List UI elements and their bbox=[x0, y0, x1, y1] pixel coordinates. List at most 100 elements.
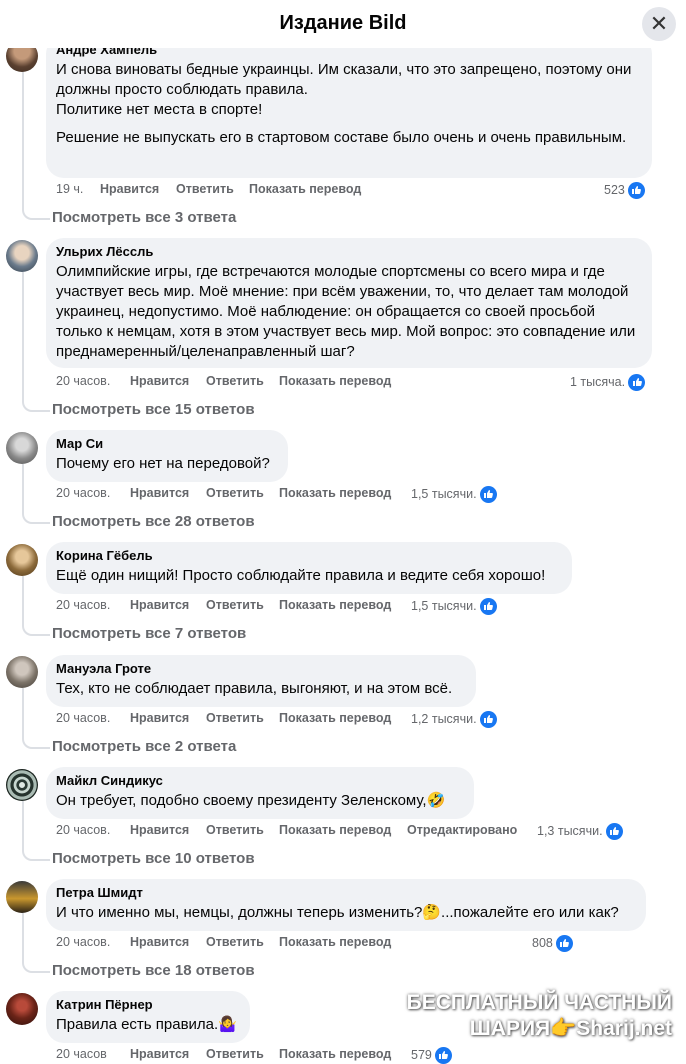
comment-bubble: Майкл Синдикус Он требует, подобно своем… bbox=[46, 767, 474, 819]
view-replies-link[interactable]: Посмотреть все 28 ответов bbox=[52, 513, 255, 530]
comment-author[interactable]: Майкл Синдикус bbox=[56, 773, 462, 788]
avatar[interactable] bbox=[6, 881, 38, 913]
like-button[interactable]: Нравится bbox=[130, 1047, 189, 1061]
dialog-header: Издание Bild ✕ bbox=[0, 0, 686, 48]
comment-author[interactable]: Мар Си bbox=[56, 436, 276, 451]
like-icon bbox=[627, 181, 645, 199]
comment-bubble: Андре Хампель И снова виноваты бедные ук… bbox=[46, 36, 652, 178]
comment-paragraph: Ещё один нищий! Просто соблюдайте правил… bbox=[56, 567, 546, 584]
like-button[interactable]: Нравится bbox=[130, 486, 189, 500]
comment-author[interactable]: Катрин Пёрнер bbox=[56, 997, 238, 1012]
comment-time[interactable]: 20 часов. bbox=[56, 711, 110, 725]
translate-button[interactable]: Показать перевод bbox=[249, 182, 361, 196]
avatar[interactable] bbox=[6, 432, 38, 464]
thread-line bbox=[22, 620, 50, 636]
view-replies-link[interactable]: Посмотреть все 2 ответа bbox=[52, 738, 236, 755]
comment-bubble: Петра Шмидт И что именно мы, немцы, долж… bbox=[46, 879, 646, 931]
thread-line bbox=[22, 957, 50, 973]
watermark-line: БЕСПЛАТНЫЙ ЧАСТНЫЙ bbox=[406, 991, 672, 1014]
like-button[interactable]: Нравится bbox=[130, 374, 189, 388]
comment-bubble: Ульрих Лёссль Олимпийские игры, где встр… bbox=[46, 238, 652, 368]
comment-time[interactable]: 20 часов. bbox=[56, 374, 110, 388]
like-button[interactable]: Нравится bbox=[100, 182, 159, 196]
translate-button[interactable]: Показать перевод bbox=[279, 374, 391, 388]
reaction-count-text: 1,5 тысячи. bbox=[411, 599, 477, 613]
comment-paragraph: Правила есть правила.🤷‍♀️ bbox=[56, 1016, 237, 1033]
translate-button[interactable]: Показать перевод bbox=[279, 711, 391, 725]
reply-button[interactable]: Ответить bbox=[206, 1047, 264, 1061]
thread-line bbox=[22, 845, 50, 861]
avatar[interactable] bbox=[6, 544, 38, 576]
reply-button[interactable]: Ответить bbox=[206, 935, 264, 949]
view-replies-link[interactable]: Посмотреть все 3 ответа bbox=[52, 209, 236, 226]
comment-time[interactable]: 20 часов. bbox=[56, 823, 110, 837]
reaction-count-text: 808 bbox=[532, 936, 553, 950]
like-button[interactable]: Нравится bbox=[130, 598, 189, 612]
like-icon bbox=[479, 597, 497, 615]
translate-button[interactable]: Показать перевод bbox=[279, 486, 391, 500]
comment-text: Почему его нет на передовой? bbox=[56, 454, 276, 474]
reaction-count[interactable]: 1,5 тысячи. bbox=[411, 597, 497, 615]
thread-line bbox=[22, 60, 24, 204]
reply-button[interactable]: Ответить bbox=[206, 486, 264, 500]
comment-author[interactable]: Ульрих Лёссль bbox=[56, 244, 640, 259]
watermark-line: ШАРИЯ👉Sharij.net bbox=[469, 1017, 672, 1040]
comment-time[interactable]: 20 часов. bbox=[56, 598, 110, 612]
comment-text: И снова виноваты бедные украинцы. Им ска… bbox=[56, 60, 640, 148]
like-icon bbox=[479, 485, 497, 503]
comment-bubble: Мануэла Гроте Тех, кто не соблюдает прав… bbox=[46, 655, 476, 707]
comment-author[interactable]: Мануэла Гроте bbox=[56, 661, 464, 676]
close-button[interactable]: ✕ bbox=[642, 7, 676, 41]
thread-line bbox=[22, 733, 50, 749]
reply-button[interactable]: Ответить bbox=[176, 182, 234, 196]
reaction-count[interactable]: 1,3 тысячи. bbox=[537, 822, 623, 840]
reply-button[interactable]: Ответить bbox=[206, 823, 264, 837]
translate-button[interactable]: Показать перевод bbox=[279, 823, 391, 837]
avatar[interactable] bbox=[6, 769, 38, 801]
reaction-count[interactable]: 1,2 тысячи. bbox=[411, 710, 497, 728]
reaction-count[interactable]: 579 bbox=[411, 1046, 452, 1064]
reaction-count[interactable]: 808 bbox=[532, 934, 573, 952]
comment-text: Ещё один нищий! Просто соблюдайте правил… bbox=[56, 566, 560, 586]
avatar[interactable] bbox=[6, 656, 38, 688]
reaction-count-text: 523 bbox=[604, 183, 625, 197]
reply-button[interactable]: Ответить bbox=[206, 598, 264, 612]
like-button[interactable]: Нравится bbox=[130, 823, 189, 837]
translate-button[interactable]: Показать перевод bbox=[279, 598, 391, 612]
comment-text: Тех, кто не соблюдает правила, выгоняют,… bbox=[56, 679, 464, 699]
comment-time[interactable]: 20 часов. bbox=[56, 486, 110, 500]
comment-time[interactable]: 20 часов bbox=[56, 1047, 107, 1061]
comment-paragraph: Решение не выпускать его в стартовом сос… bbox=[56, 129, 627, 146]
reply-button[interactable]: Ответить bbox=[206, 711, 264, 725]
comment-text: Олимпийские игры, где встречаются молоды… bbox=[56, 262, 640, 362]
like-icon bbox=[628, 373, 646, 391]
dialog-title: Издание Bild bbox=[279, 12, 407, 34]
thread-line bbox=[22, 913, 24, 957]
comment-paragraph: Олимпийские игры, где встречаются молоды… bbox=[56, 263, 636, 360]
reaction-count[interactable]: 1 тысяча. bbox=[570, 373, 646, 391]
comment-time[interactable]: 20 часов. bbox=[56, 935, 110, 949]
view-replies-link[interactable]: Посмотреть все 10 ответов bbox=[52, 850, 255, 867]
comment-author[interactable]: Петра Шмидт bbox=[56, 885, 634, 900]
comment-paragraph: И снова виноваты бедные украинцы. Им ска… bbox=[56, 61, 632, 118]
avatar[interactable] bbox=[6, 993, 38, 1025]
comment-paragraph: Тех, кто не соблюдает правила, выгоняют,… bbox=[56, 680, 453, 697]
reaction-count[interactable]: 1,5 тысячи. bbox=[411, 485, 497, 503]
comment-time[interactable]: 19 ч. bbox=[56, 182, 83, 196]
comment-author[interactable]: Корина Гёбель bbox=[56, 548, 560, 563]
thread-line bbox=[22, 464, 24, 508]
reply-button[interactable]: Ответить bbox=[206, 374, 264, 388]
reaction-count-text: 579 bbox=[411, 1048, 432, 1062]
translate-button[interactable]: Показать перевод bbox=[279, 1047, 391, 1061]
avatar[interactable] bbox=[6, 240, 38, 272]
view-replies-link[interactable]: Посмотреть все 15 ответов bbox=[52, 401, 255, 418]
like-button[interactable]: Нравится bbox=[130, 711, 189, 725]
edited-label[interactable]: Отредактировано bbox=[407, 823, 517, 837]
thread-line bbox=[22, 508, 50, 524]
thread-line bbox=[22, 801, 24, 845]
view-replies-link[interactable]: Посмотреть все 7 ответов bbox=[52, 625, 246, 642]
reaction-count[interactable]: 523 bbox=[604, 181, 645, 199]
translate-button[interactable]: Показать перевод bbox=[279, 935, 391, 949]
like-button[interactable]: Нравится bbox=[130, 935, 189, 949]
view-replies-link[interactable]: Посмотреть все 18 ответов bbox=[52, 962, 255, 979]
